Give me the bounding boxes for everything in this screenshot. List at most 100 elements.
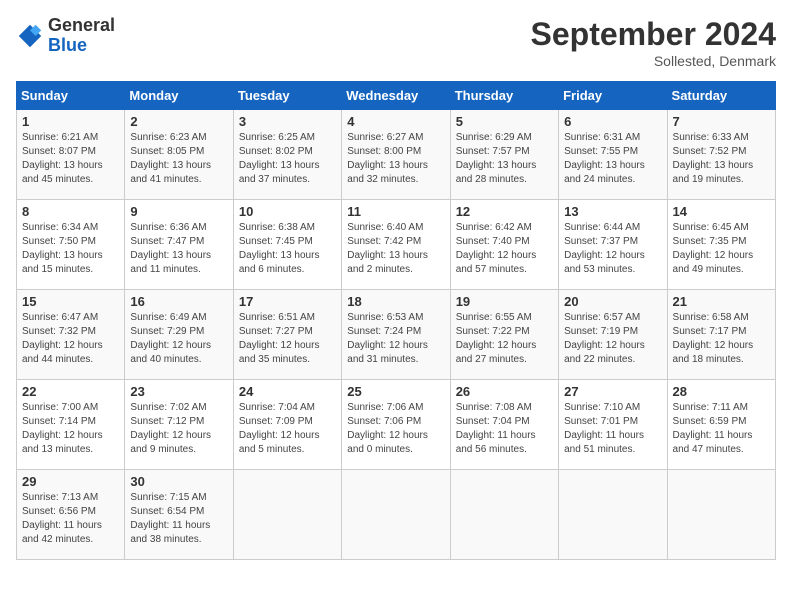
calendar-cell: 1 Sunrise: 6:21 AMSunset: 8:07 PMDaylight… [17,110,125,200]
calendar-cell: 13 Sunrise: 6:44 AMSunset: 7:37 PMDayligh… [559,200,667,290]
day-number: 25 [347,384,444,399]
calendar-cell: 5 Sunrise: 6:29 AMSunset: 7:57 PMDaylight… [450,110,558,200]
calendar-cell: 18Sunrise: 6:53 AMSunset: 7:24 PMDayligh… [342,290,450,380]
day-number: 19 [456,294,553,309]
day-number: 9 [130,204,227,219]
day-info: Sunrise: 7:06 AMSunset: 7:06 PMDaylight:… [347,401,444,457]
calendar-header-sunday: Sunday [17,82,125,110]
day-info: Sunrise: 6:51 AMSunset: 7:27 PMDaylight:… [239,311,336,367]
day-number: 30 [130,474,227,489]
day-info: Sunrise: 7:15 AMSunset: 6:54 PMDaylight:… [130,491,227,547]
calendar-cell: 17 Sunrise: 6:51 AMSunset: 7:27 PMDayligh… [233,290,341,380]
week-row-2: 8 Sunrise: 6:34 AMSunset: 7:50 PMDaylight… [17,200,776,290]
calendar-cell: 19 Sunrise: 6:55 AMSunset: 7:22 PMDayligh… [450,290,558,380]
day-number: 16 [130,294,227,309]
day-number: 13 [564,204,661,219]
day-info: Sunrise: 7:11 AMSunset: 6:59 PMDaylight:… [673,401,770,457]
day-info: Sunrise: 6:23 AMSunset: 8:05 PMDaylight:… [130,131,227,187]
day-info: Sunrise: 6:49 AMSunset: 7:29 PMDaylight:… [130,311,227,367]
day-info: Sunrise: 6:33 AMSunset: 7:52 PMDaylight:… [673,131,770,187]
calendar-cell: 26Sunrise: 7:08 AMSunset: 7:04 PMDayligh… [450,380,558,470]
calendar-cell: 12 Sunrise: 6:42 AMSunset: 7:40 PMDayligh… [450,200,558,290]
calendar-cell: 7 Sunrise: 6:33 AMSunset: 7:52 PMDaylight… [667,110,775,200]
calendar-cell [559,470,667,560]
calendar-cell: 20 Sunrise: 6:57 AMSunset: 7:19 PMDayligh… [559,290,667,380]
day-number: 20 [564,294,661,309]
day-number: 24 [239,384,336,399]
location-subtitle: Sollested, Denmark [531,53,776,69]
day-info: Sunrise: 6:27 AMSunset: 8:00 PMDaylight:… [347,131,444,187]
calendar-cell [667,470,775,560]
logo: General Blue [16,16,115,56]
calendar-cell [342,470,450,560]
day-info: Sunrise: 6:47 AMSunset: 7:32 PMDaylight:… [22,311,119,367]
calendar-cell [450,470,558,560]
day-number: 1 [22,114,119,129]
calendar-cell: 8 Sunrise: 6:34 AMSunset: 7:50 PMDaylight… [17,200,125,290]
day-number: 11 [347,204,444,219]
day-info: Sunrise: 6:21 AMSunset: 8:07 PMDaylight:… [22,131,119,187]
day-number: 29 [22,474,119,489]
day-info: Sunrise: 7:10 AMSunset: 7:01 PMDaylight:… [564,401,661,457]
calendar-cell: 23Sunrise: 7:02 AMSunset: 7:12 PMDayligh… [125,380,233,470]
day-info: Sunrise: 6:34 AMSunset: 7:50 PMDaylight:… [22,221,119,277]
day-info: Sunrise: 6:55 AMSunset: 7:22 PMDaylight:… [456,311,553,367]
header: General Blue September 2024 Sollested, D… [16,16,776,69]
calendar-cell: 4 Sunrise: 6:27 AMSunset: 8:00 PMDaylight… [342,110,450,200]
day-info: Sunrise: 6:42 AMSunset: 7:40 PMDaylight:… [456,221,553,277]
day-info: Sunrise: 6:29 AMSunset: 7:57 PMDaylight:… [456,131,553,187]
day-info: Sunrise: 6:57 AMSunset: 7:19 PMDaylight:… [564,311,661,367]
day-info: Sunrise: 6:40 AMSunset: 7:42 PMDaylight:… [347,221,444,277]
logo-general-text: General [48,15,115,35]
day-info: Sunrise: 6:38 AMSunset: 7:45 PMDaylight:… [239,221,336,277]
calendar-header-row: SundayMondayTuesdayWednesdayThursdayFrid… [17,82,776,110]
day-info: Sunrise: 7:04 AMSunset: 7:09 PMDaylight:… [239,401,336,457]
calendar-header-monday: Monday [125,82,233,110]
day-number: 10 [239,204,336,219]
week-row-4: 22 Sunrise: 7:00 AMSunset: 7:14 PMDayligh… [17,380,776,470]
day-number: 17 [239,294,336,309]
day-number: 18 [347,294,444,309]
calendar-cell: 14Sunrise: 6:45 AMSunset: 7:35 PMDayligh… [667,200,775,290]
day-info: Sunrise: 6:45 AMSunset: 7:35 PMDaylight:… [673,221,770,277]
day-number: 3 [239,114,336,129]
calendar-cell: 9 Sunrise: 6:36 AMSunset: 7:47 PMDaylight… [125,200,233,290]
day-number: 28 [673,384,770,399]
day-info: Sunrise: 6:58 AMSunset: 7:17 PMDaylight:… [673,311,770,367]
day-info: Sunrise: 7:08 AMSunset: 7:04 PMDaylight:… [456,401,553,457]
day-number: 4 [347,114,444,129]
week-row-3: 15 Sunrise: 6:47 AMSunset: 7:32 PMDayligh… [17,290,776,380]
day-number: 7 [673,114,770,129]
calendar-cell: 10 Sunrise: 6:38 AMSunset: 7:45 PMDayligh… [233,200,341,290]
title-area: September 2024 Sollested, Denmark [531,16,776,69]
calendar-cell: 3Sunrise: 6:25 AMSunset: 8:02 PMDaylight… [233,110,341,200]
calendar-cell: 28 Sunrise: 7:11 AMSunset: 6:59 PMDayligh… [667,380,775,470]
calendar-cell: 15 Sunrise: 6:47 AMSunset: 7:32 PMDayligh… [17,290,125,380]
logo-blue-text: Blue [48,35,87,55]
day-info: Sunrise: 7:00 AMSunset: 7:14 PMDaylight:… [22,401,119,457]
day-number: 27 [564,384,661,399]
logo-icon [16,22,44,50]
calendar-header-thursday: Thursday [450,82,558,110]
calendar-header-tuesday: Tuesday [233,82,341,110]
calendar-cell: 27 Sunrise: 7:10 AMSunset: 7:01 PMDayligh… [559,380,667,470]
calendar-header-wednesday: Wednesday [342,82,450,110]
calendar-cell: 21 Sunrise: 6:58 AMSunset: 7:17 PMDayligh… [667,290,775,380]
day-number: 8 [22,204,119,219]
day-number: 22 [22,384,119,399]
day-number: 21 [673,294,770,309]
day-info: Sunrise: 6:44 AMSunset: 7:37 PMDaylight:… [564,221,661,277]
day-number: 6 [564,114,661,129]
day-number: 23 [130,384,227,399]
day-number: 12 [456,204,553,219]
day-number: 15 [22,294,119,309]
week-row-1: 1 Sunrise: 6:21 AMSunset: 8:07 PMDaylight… [17,110,776,200]
day-info: Sunrise: 6:36 AMSunset: 7:47 PMDaylight:… [130,221,227,277]
calendar-cell: 11 Sunrise: 6:40 AMSunset: 7:42 PMDayligh… [342,200,450,290]
calendar-cell: 25 Sunrise: 7:06 AMSunset: 7:06 PMDayligh… [342,380,450,470]
calendar-cell [233,470,341,560]
day-info: Sunrise: 6:31 AMSunset: 7:55 PMDaylight:… [564,131,661,187]
calendar-cell: 29 Sunrise: 7:13 AMSunset: 6:56 PMDayligh… [17,470,125,560]
day-number: 5 [456,114,553,129]
day-info: Sunrise: 7:13 AMSunset: 6:56 PMDaylight:… [22,491,119,547]
